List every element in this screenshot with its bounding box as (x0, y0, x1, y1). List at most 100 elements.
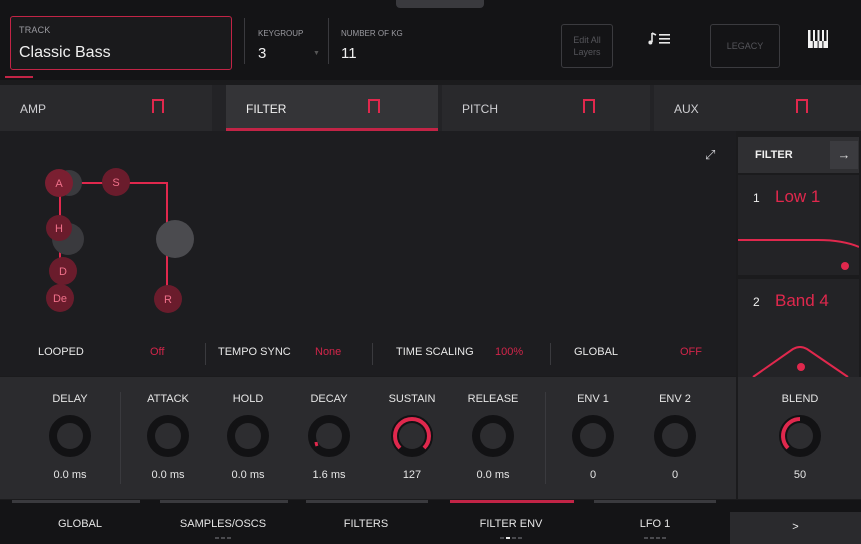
filter-slot-1[interactable]: 1 Low 1 (738, 175, 859, 275)
expand-icon[interactable]: ⤢ (705, 147, 715, 163)
nav-label: LFO 1 (639, 518, 671, 530)
header-divider (244, 18, 245, 64)
nav-indicator (12, 500, 140, 503)
time-scaling-value[interactable]: 100% (495, 346, 523, 358)
knob-label: ENV 1 (577, 393, 609, 405)
rotary-knob[interactable] (147, 415, 189, 457)
node-label-attack: A (55, 178, 63, 190)
lowpass-curve-icon (738, 239, 859, 270)
top-handle[interactable] (396, 0, 484, 8)
bandpass-curve-icon (752, 346, 849, 378)
node-label-decay: D (59, 266, 67, 278)
filter-panel-header: FILTER → (738, 137, 859, 173)
time-scaling-label: TIME SCALING (396, 346, 474, 358)
number-of-kg-label: NUMBER OF KG (341, 29, 403, 38)
tab-filter[interactable]: FILTER (226, 85, 438, 131)
tempo-sync-value[interactable]: None (315, 346, 341, 358)
piano-keys-icon[interactable] (808, 30, 828, 53)
edit-all-layers-line2: Layers (573, 47, 601, 57)
rotary-knob[interactable] (779, 415, 821, 457)
page-dots (153, 537, 293, 539)
param-divider (205, 343, 206, 365)
knob-value: 127 (402, 469, 422, 481)
envelope-shape-icon (796, 99, 808, 113)
filter-panel-title: FILTER (755, 149, 793, 161)
nav-filters[interactable]: FILTERS (296, 508, 436, 544)
rotary-knob[interactable] (49, 415, 91, 457)
envelope-tabs: AMP FILTER PITCH AUX (0, 85, 861, 131)
node-label-sustain: S (112, 177, 119, 189)
filter-slot-number: 2 (753, 295, 760, 309)
tab-aux-label: AUX (674, 102, 699, 116)
knob-label: HOLD (232, 393, 264, 405)
tab-amp-label: AMP (20, 102, 47, 116)
number-of-kg-value[interactable]: 11 (341, 45, 357, 62)
keygroup-value[interactable]: 3 (258, 45, 266, 62)
envelope-knobs-panel: DELAY 0.0 ms ATTACK 0.0 ms HOLD 0.0 ms D… (0, 377, 736, 499)
track-value: Classic Bass (19, 44, 111, 61)
nav-indicator (306, 500, 428, 503)
knob-label: DECAY (310, 393, 348, 405)
knob-label: BLEND (781, 393, 819, 405)
knob-value: 0.0 ms (53, 469, 87, 481)
rotary-knob[interactable] (572, 415, 614, 457)
blend-panel: BLEND 50 (738, 377, 861, 499)
envelope-graph[interactable]: A S H D De R (0, 131, 736, 376)
rotary-knob[interactable] (654, 415, 696, 457)
envelope-shape-icon (368, 99, 380, 113)
filter-slot-name: Band 4 (775, 291, 829, 310)
knob-label: ATTACK (147, 393, 189, 405)
node-label-delay: De (53, 293, 67, 305)
knob-label: DELAY (52, 393, 88, 405)
global-value[interactable]: OFF (680, 346, 702, 358)
knob-value: 0.0 ms (476, 469, 510, 481)
nav-label: FILTER ENV (479, 518, 543, 530)
tab-aux[interactable]: AUX (654, 85, 861, 131)
rotary-knob[interactable] (472, 415, 514, 457)
edit-all-layers-button[interactable]: Edit All Layers (561, 24, 613, 68)
envelope-shape-icon (152, 99, 164, 113)
envelope-shape-icon (583, 99, 595, 113)
filter-slot-name: Low 1 (775, 187, 821, 206)
nav-label: GLOBAL (57, 518, 103, 530)
track-underline (5, 76, 33, 78)
track-label: TRACK (19, 25, 51, 35)
edit-all-layers-line1: Edit All (573, 35, 601, 45)
looped-value[interactable]: Off (150, 346, 164, 358)
nav-label: FILTERS (343, 518, 389, 530)
tempo-sync-label: TEMPO SYNC (218, 346, 291, 358)
arrow-right-icon[interactable]: → (830, 141, 858, 169)
keygroup-label: KEYGROUP (258, 29, 304, 38)
knob-value: 0.0 ms (151, 469, 185, 481)
nav-global[interactable]: GLOBAL (10, 508, 150, 544)
knob-label: ENV 2 (659, 393, 691, 405)
filter-slot-2[interactable]: 2 Band 4 (738, 279, 859, 379)
track-selector[interactable]: TRACK Classic Bass (10, 16, 232, 70)
rotary-knob[interactable] (391, 415, 433, 457)
knob-label: SUSTAIN (388, 393, 436, 405)
tab-pitch[interactable]: PITCH (442, 85, 650, 131)
note-list-icon[interactable] (648, 32, 672, 50)
node-label-hold: H (55, 223, 63, 235)
nav-indicator (594, 500, 716, 503)
header-divider (328, 18, 329, 64)
nav-filter-env[interactable]: FILTER ENV (441, 508, 581, 544)
nav-lfo1[interactable]: LFO 1 (585, 508, 725, 544)
tab-filter-label: FILTER (246, 102, 287, 116)
rotary-knob[interactable] (227, 415, 269, 457)
nav-samples-oscs[interactable]: SAMPLES/OSCS (153, 508, 293, 544)
global-label: GLOBAL (574, 346, 619, 358)
keygroup-dropdown-icon[interactable]: ▼ (313, 50, 320, 57)
filter-slot-number: 1 (753, 191, 760, 205)
knob-value: 0 (671, 469, 679, 481)
legacy-button[interactable]: LEGACY (710, 24, 780, 68)
page-dots (441, 537, 581, 539)
rotary-knob[interactable] (308, 415, 350, 457)
next-page-button[interactable]: > (730, 512, 861, 544)
nav-indicator (160, 500, 288, 503)
knob-divider (545, 392, 546, 484)
page-dots (585, 537, 725, 539)
knob-divider (120, 392, 121, 484)
tab-amp[interactable]: AMP (0, 85, 212, 131)
param-divider (550, 343, 551, 365)
